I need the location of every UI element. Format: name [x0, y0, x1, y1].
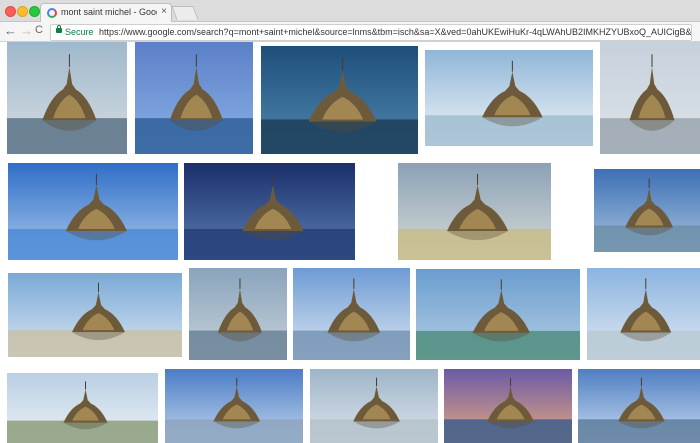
window-zoom-button[interactable] [29, 6, 40, 17]
reload-icon[interactable]: C [35, 24, 43, 36]
secure-label: Secure [65, 27, 94, 37]
mont-saint-michel-photo [8, 273, 182, 357]
new-tab-button[interactable] [171, 6, 199, 20]
image-result-thumbnail[interactable] [135, 42, 253, 154]
image-result-thumbnail[interactable] [310, 369, 438, 443]
browser-toolbar: ← → C Secure https://www.google.com/sear… [0, 22, 700, 42]
image-result-thumbnail[interactable] [8, 163, 178, 260]
image-results-grid [0, 42, 700, 443]
image-result-thumbnail[interactable] [8, 273, 182, 357]
mont-saint-michel-photo [425, 50, 593, 146]
mont-saint-michel-photo [7, 42, 127, 154]
back-arrow-icon[interactable]: ← [4, 23, 17, 38]
image-result-thumbnail[interactable] [416, 269, 580, 360]
mont-saint-michel-photo [189, 268, 287, 360]
mont-saint-michel-photo [135, 42, 253, 154]
image-result-thumbnail[interactable] [594, 169, 700, 252]
mont-saint-michel-photo [184, 163, 355, 260]
google-favicon-icon [47, 8, 57, 18]
mont-saint-michel-photo [578, 369, 700, 443]
lock-icon [56, 25, 62, 33]
image-result-thumbnail[interactable] [444, 369, 572, 443]
address-bar[interactable]: Secure https://www.google.com/search?q=m… [50, 24, 692, 41]
image-result-thumbnail[interactable] [165, 369, 303, 443]
mont-saint-michel-photo [398, 163, 551, 260]
mont-saint-michel-photo [8, 163, 178, 260]
mont-saint-michel-photo [444, 369, 572, 443]
image-result-thumbnail[interactable] [184, 163, 355, 260]
tab-title: mont saint michel - Google Se [61, 7, 157, 17]
browser-tab-active[interactable]: mont saint michel - Google Se × [40, 3, 172, 22]
mont-saint-michel-photo [310, 369, 438, 443]
mont-saint-michel-photo [165, 369, 303, 443]
image-result-thumbnail[interactable] [7, 373, 158, 443]
image-result-thumbnail[interactable] [261, 46, 418, 154]
window-minimize-button[interactable] [17, 6, 28, 17]
mont-saint-michel-photo [600, 42, 700, 154]
mont-saint-michel-photo [293, 268, 410, 360]
image-result-thumbnail[interactable] [578, 369, 700, 443]
image-result-thumbnail[interactable] [7, 42, 127, 154]
tab-close-icon[interactable]: × [161, 6, 167, 17]
mont-saint-michel-photo [587, 268, 700, 360]
mont-saint-michel-photo [416, 269, 580, 360]
image-result-thumbnail[interactable] [293, 268, 410, 360]
image-result-thumbnail[interactable] [587, 268, 700, 360]
mont-saint-michel-photo [261, 46, 418, 154]
mont-saint-michel-photo [7, 373, 158, 443]
image-result-thumbnail[interactable] [189, 268, 287, 360]
window-close-button[interactable] [5, 6, 16, 17]
image-result-thumbnail[interactable] [425, 50, 593, 146]
mont-saint-michel-photo [594, 169, 700, 252]
forward-arrow-icon[interactable]: → [20, 23, 33, 38]
image-result-thumbnail[interactable] [398, 163, 551, 260]
url-text: https://www.google.com/search?q=mont+sai… [99, 27, 692, 37]
image-result-thumbnail[interactable] [600, 42, 700, 154]
browser-title-bar: mont saint michel - Google Se × [0, 0, 700, 22]
